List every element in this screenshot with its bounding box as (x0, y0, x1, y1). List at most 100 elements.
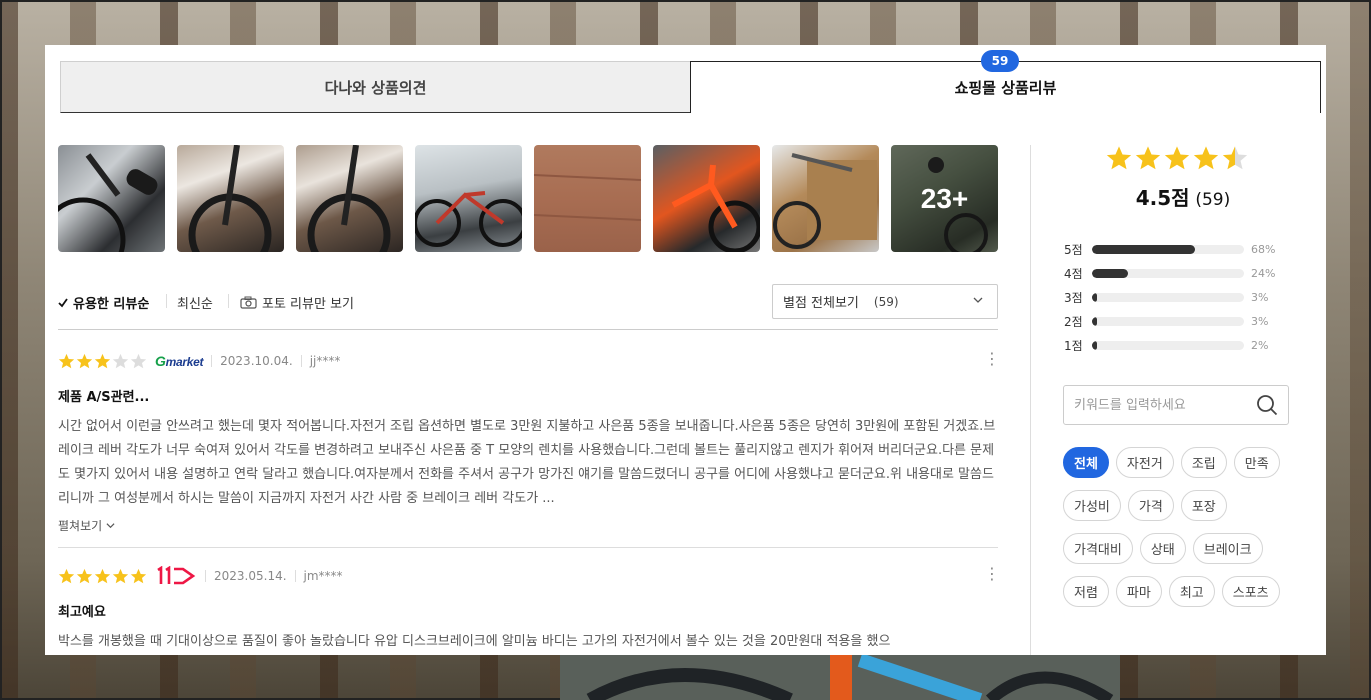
average-rating-stars (1105, 145, 1249, 172)
chevron-down-icon (973, 297, 983, 303)
review-item: 2023.05.14. jm**** ⋮ 최고예요 박스를 개봉했을 때 기대이… (58, 565, 1000, 654)
review-body: 시간 없어서 이런글 안쓰려고 했는데 몇자 적어봅니다.자전거 조립 옵션하면… (58, 419, 996, 506)
star-icon (76, 568, 93, 583)
sort-useful-label: 유용한 리뷰순 (73, 297, 150, 312)
rating-progress-bar (1092, 340, 1244, 350)
review-sort-bar: 유용한 리뷰순 최신순 포토 리뷰만 보기 별점 전체보기 (59) (58, 284, 998, 330)
review-photo-thumbnail-more[interactable]: 23+ (891, 145, 998, 252)
star-icon (1164, 146, 1190, 170)
keyword-chip[interactable]: 가격대비 (1063, 533, 1133, 564)
average-rating-score: 4.5점 (59) (1063, 182, 1303, 211)
meta-divider (300, 355, 302, 367)
review-author: jj**** (309, 354, 341, 368)
keyword-chip[interactable]: 브레이크 (1192, 533, 1263, 564)
review-date: 2023.05.14. (214, 569, 287, 583)
expand-label: 펼쳐보기 (58, 519, 103, 533)
rating-progress-bar (1092, 292, 1244, 302)
rating-percent: 3% (1251, 314, 1269, 328)
keyword-chip[interactable]: 스포츠 (1221, 576, 1280, 607)
star-icon (112, 353, 129, 368)
review-meta: Gmarket 2023.10.04. jj**** (58, 350, 998, 372)
keyword-chip[interactable]: 가성비 (1063, 490, 1121, 521)
keyword-search-input[interactable] (1064, 386, 1244, 424)
meta-divider (294, 570, 296, 582)
star-icon (76, 353, 93, 368)
check-icon (58, 297, 68, 307)
rating-progress-fill (1092, 244, 1196, 254)
more-options-icon[interactable]: ⋮ (984, 566, 1000, 585)
rating-level-label: 5점 (1064, 242, 1083, 257)
rating-count-text: (59) (1195, 190, 1231, 210)
rating-score-text: 4.5점 (1135, 186, 1190, 210)
review-count-badge: 59 (981, 50, 1019, 72)
review-rating-stars (58, 568, 147, 585)
rating-filter-count: (59) (873, 294, 899, 309)
rating-distribution-row: 3점 3% (1064, 285, 1284, 309)
photo-review-strip: 23+ (58, 145, 998, 252)
sort-latest-option[interactable]: 최신순 (177, 293, 213, 312)
sort-useful-option[interactable]: 유용한 리뷰순 (58, 293, 149, 312)
keyword-chip[interactable]: 최고 (1168, 576, 1215, 607)
background-bicycle-photo (560, 650, 1120, 700)
11st-logo (157, 566, 196, 585)
rating-percent: 68% (1251, 242, 1276, 256)
review-divider (58, 547, 998, 548)
review-meta: 2023.05.14. jm**** (58, 565, 998, 587)
review-photo-thumbnail[interactable] (534, 145, 641, 252)
star-icon (94, 353, 111, 368)
sort-divider (228, 294, 229, 308)
review-photo-thumbnail[interactable] (415, 145, 522, 252)
camera-icon (240, 296, 257, 309)
keyword-chip[interactable]: 포장 (1180, 490, 1227, 521)
keyword-chip[interactable]: 저렴 (1063, 576, 1109, 607)
expand-review-button[interactable]: 펼쳐보기 (58, 517, 998, 534)
review-item: Gmarket 2023.10.04. jj**** ⋮ 제품 A/S관련...… (58, 350, 1000, 534)
review-photo-thumbnail[interactable] (58, 145, 165, 252)
rating-percent: 24% (1251, 266, 1276, 280)
sort-divider (166, 294, 167, 308)
keyword-chip[interactable]: 가격 (1127, 490, 1174, 521)
star-icon (130, 353, 147, 368)
keyword-chip[interactable]: 상태 (1139, 533, 1186, 564)
review-author: jm**** (303, 569, 343, 583)
rating-percent: 3% (1251, 290, 1269, 304)
keyword-chip[interactable]: 파마 (1115, 576, 1162, 607)
rating-distribution: 5점 68% 4점 24% 3점 3% 2점 3% 1점 2% (1064, 237, 1284, 357)
search-icon[interactable] (1256, 394, 1278, 416)
more-options-icon[interactable]: ⋮ (984, 351, 1000, 370)
rating-filter-select[interactable]: 별점 전체보기 (59) (772, 284, 998, 319)
rating-filter-label: 별점 전체보기 (783, 296, 859, 311)
photo-review-only-toggle[interactable]: 포토 리뷰만 보기 (240, 293, 354, 312)
star-icon (130, 568, 147, 583)
keyword-chip[interactable]: 만족 (1233, 447, 1280, 478)
chevron-down-icon (106, 523, 115, 529)
star-icon (1222, 146, 1248, 170)
keyword-chip[interactable]: 전체 (1063, 447, 1109, 478)
sort-latest-label: 최신순 (177, 297, 213, 312)
rating-level-label: 1점 (1064, 338, 1083, 353)
review-photo-thumbnail[interactable] (296, 145, 403, 252)
star-icon (94, 568, 111, 583)
review-date: 2023.10.04. (220, 354, 293, 368)
keyword-chip[interactable]: 자전거 (1115, 447, 1174, 478)
meta-divider (205, 570, 206, 582)
review-body: 박스를 개봉했을 때 기대이상으로 품질이 좋아 놀랐습니다 유압 디스크브레이… (58, 634, 891, 649)
star-icon (1106, 146, 1132, 170)
review-title: 최고예요 (58, 605, 106, 620)
star-icon (112, 568, 129, 583)
review-tabs: 다나와 상품의견 쇼핑몰 상품리뷰 (60, 61, 1321, 113)
rating-progress-bar (1092, 316, 1244, 326)
column-divider (1030, 145, 1031, 655)
review-photo-thumbnail[interactable] (653, 145, 760, 252)
rating-level-label: 4점 (1064, 266, 1083, 281)
meta-divider (211, 355, 213, 367)
keyword-chip[interactable]: 조립 (1180, 447, 1227, 478)
rating-distribution-row: 1점 2% (1064, 333, 1284, 357)
review-photo-thumbnail[interactable] (772, 145, 879, 252)
keyword-search-box (1063, 385, 1289, 425)
rating-progress-bar (1092, 268, 1244, 278)
star-icon (58, 353, 75, 368)
star-icon (58, 568, 75, 583)
review-photo-thumbnail[interactable] (177, 145, 284, 252)
tab-danawa-opinion[interactable]: 다나와 상품의견 (60, 61, 691, 113)
